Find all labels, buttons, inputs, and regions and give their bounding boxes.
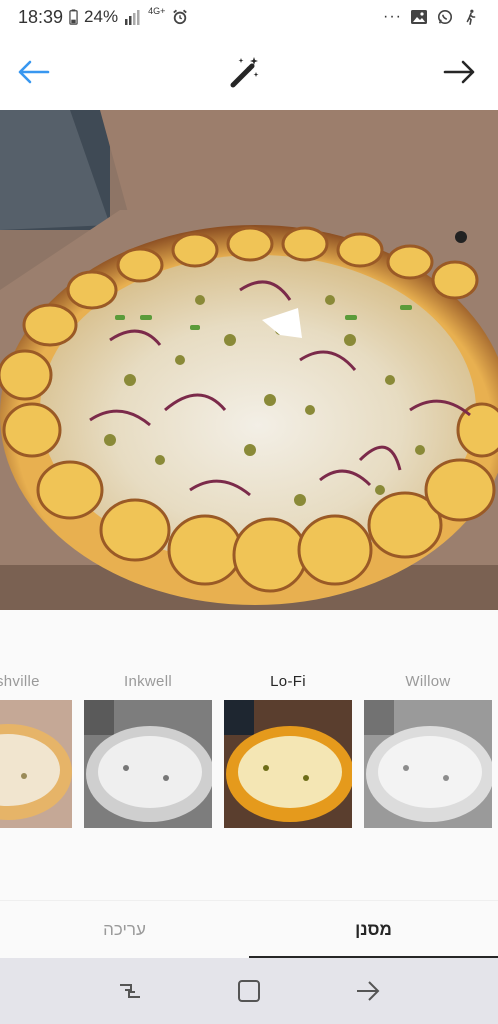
filter-label: Nashville: [0, 673, 40, 690]
alarm-icon: [173, 9, 188, 25]
magic-wand-icon: [230, 57, 259, 88]
tab-edit[interactable]: עריכה: [0, 901, 249, 959]
filter-thumbnail: [0, 700, 72, 828]
arrow-left-icon: [18, 60, 50, 84]
tab-edit-label: עריכה: [103, 920, 146, 939]
gallery-icon: [411, 10, 427, 24]
next-button[interactable]: [440, 52, 480, 92]
editor-tabs: עריכה מסנן: [0, 900, 498, 958]
home-icon: [237, 980, 260, 1002]
filter-nashville[interactable]: Nashville: [0, 670, 72, 828]
lux-button[interactable]: [224, 52, 264, 92]
filter-lofi[interactable]: Lo-Fi: [224, 670, 352, 828]
system-nav-bar: [0, 958, 498, 1024]
arrow-right-icon: [443, 60, 475, 84]
filter-thumbnail: [84, 700, 212, 828]
walking-icon: [466, 9, 476, 25]
filter-willow[interactable]: Willow: [364, 670, 492, 828]
home-button[interactable]: [229, 971, 269, 1011]
clock: 18:39: [18, 6, 64, 27]
back-icon: [357, 981, 380, 1001]
recents-icon: [119, 984, 140, 998]
system-back-button[interactable]: [348, 971, 388, 1011]
editor-toolbar: [0, 34, 498, 110]
filter-thumbnail: [364, 700, 492, 828]
filter-strip: Nashville Inkwell Lo-Fi: [0, 610, 498, 900]
overflow-dots: ···: [383, 8, 402, 25]
back-button[interactable]: [13, 52, 53, 92]
status-bar: 18:39 24% 4G+ ···: [0, 0, 498, 34]
tab-filter[interactable]: מסנן: [249, 901, 498, 959]
signal-icon: [125, 10, 140, 25]
battery-percent: 24%: [84, 7, 119, 26]
network-type: 4G+: [148, 6, 166, 16]
filter-inkwell[interactable]: Inkwell: [84, 670, 212, 828]
photo-preview: [0, 110, 498, 610]
filter-thumbnail: [224, 700, 352, 828]
whatsapp-icon: [437, 9, 453, 25]
filter-label: Willow: [405, 673, 451, 690]
tab-filter-label: מסנן: [355, 920, 392, 939]
recents-button[interactable]: [110, 971, 150, 1011]
battery-icon: [69, 9, 78, 25]
filter-label: Lo-Fi: [270, 673, 306, 690]
filter-label: Inkwell: [124, 673, 172, 690]
